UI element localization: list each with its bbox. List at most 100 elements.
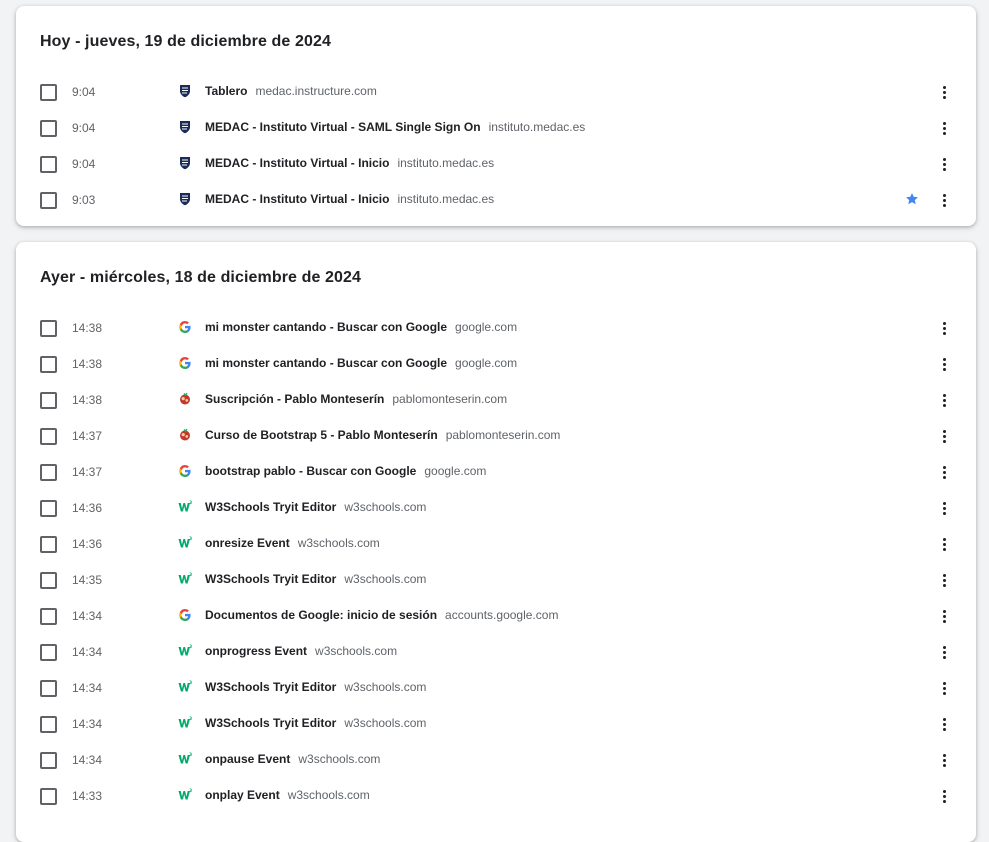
visit-time: 14:34 xyxy=(72,609,103,623)
select-checkbox[interactable] xyxy=(40,572,57,589)
select-checkbox[interactable] xyxy=(40,84,57,101)
page-title-link[interactable]: mi monster cantando - Buscar con Google xyxy=(205,356,447,370)
page-domain: instituto.medac.es xyxy=(397,192,495,206)
select-checkbox[interactable] xyxy=(40,752,57,769)
select-checkbox[interactable] xyxy=(40,680,57,697)
more-actions-button[interactable] xyxy=(934,354,954,374)
more-actions-button[interactable] xyxy=(934,462,954,482)
history-entry: W3Schools Tryit Editor w3schools.com xyxy=(205,572,426,586)
visit-time: 14:34 xyxy=(72,681,103,695)
history-entry: bootstrap pablo - Buscar con Google googl… xyxy=(205,464,486,478)
more-actions-button[interactable] xyxy=(934,154,954,174)
page-title-link[interactable]: Documentos de Google: inicio de sesión xyxy=(205,608,437,622)
select-checkbox[interactable] xyxy=(40,788,57,805)
select-checkbox[interactable] xyxy=(40,644,57,661)
page-title-link[interactable]: bootstrap pablo - Buscar con Google xyxy=(205,464,416,478)
history-row[interactable]: 14:33 3 onplay Event w3schools.com xyxy=(16,778,976,814)
history-row[interactable]: 9:03 MEDAC - Instituto Virtual - Inicio in… xyxy=(16,182,976,218)
more-actions-button[interactable] xyxy=(934,190,954,210)
more-actions-button[interactable] xyxy=(934,642,954,662)
more-actions-button[interactable] xyxy=(934,498,954,518)
select-checkbox[interactable] xyxy=(40,464,57,481)
page-domain: accounts.google.com xyxy=(445,608,559,622)
w3schools-icon: 3 xyxy=(178,644,192,658)
page-domain: google.com xyxy=(424,464,487,478)
more-actions-button[interactable] xyxy=(934,82,954,102)
history-row[interactable]: 14:36 3 onresize Event w3schools.com xyxy=(16,526,976,562)
history-row[interactable]: 14:38 mi monster cantando - Buscar con Go… xyxy=(16,310,976,346)
more-actions-button[interactable] xyxy=(934,714,954,734)
page-title-link[interactable]: mi monster cantando - Buscar con Google xyxy=(205,320,447,334)
select-checkbox[interactable] xyxy=(40,392,57,409)
select-checkbox[interactable] xyxy=(40,716,57,733)
history-row[interactable]: 14:37 bootstrap pablo - Buscar con Google… xyxy=(16,454,976,490)
medac-shield-icon xyxy=(178,156,192,170)
more-actions-button[interactable] xyxy=(934,750,954,770)
page-title-link[interactable]: onresize Event xyxy=(205,536,290,550)
page-title-link[interactable]: MEDAC - Instituto Virtual - Inicio xyxy=(205,156,389,170)
select-checkbox[interactable] xyxy=(40,192,57,209)
select-checkbox[interactable] xyxy=(40,608,57,625)
history-entry: MEDAC - Instituto Virtual - Inicio instit… xyxy=(205,156,494,170)
history-row[interactable]: 14:37 Curso de Bootstrap 5 - Pablo Montes… xyxy=(16,418,976,454)
more-actions-button[interactable] xyxy=(934,606,954,626)
page-domain: w3schools.com xyxy=(344,572,427,586)
more-actions-button[interactable] xyxy=(934,390,954,410)
page-title-link[interactable]: W3Schools Tryit Editor xyxy=(205,716,336,730)
svg-text:3: 3 xyxy=(189,644,192,649)
more-actions-button[interactable] xyxy=(934,318,954,338)
more-actions-button[interactable] xyxy=(934,118,954,138)
page-title-link[interactable]: onplay Event xyxy=(205,788,280,802)
page-title-link[interactable]: MEDAC - Instituto Virtual - Inicio xyxy=(205,192,389,206)
page-title-link[interactable]: onprogress Event xyxy=(205,644,307,658)
visit-time: 14:36 xyxy=(72,501,103,515)
history-row[interactable]: 14:34 3 W3Schools Tryit Editor w3schools.co… xyxy=(16,706,976,742)
history-row[interactable]: 14:34 3 onpause Event w3schools.com xyxy=(16,742,976,778)
history-row[interactable]: 9:04 MEDAC - Instituto Virtual - SAML Sin… xyxy=(16,110,976,146)
w3schools-icon: 3 xyxy=(178,680,192,694)
history-entry: W3Schools Tryit Editor w3schools.com xyxy=(205,500,426,514)
page-title-link[interactable]: MEDAC - Instituto Virtual - SAML Single … xyxy=(205,120,481,134)
select-checkbox[interactable] xyxy=(40,500,57,517)
page-title-link[interactable]: Curso de Bootstrap 5 - Pablo Monteserín xyxy=(205,428,438,442)
google-icon xyxy=(178,608,192,622)
page-title-link[interactable]: onpause Event xyxy=(205,752,290,766)
history-row[interactable]: 14:34 3 W3Schools Tryit Editor w3schools.co… xyxy=(16,670,976,706)
more-actions-button[interactable] xyxy=(934,678,954,698)
page-title-link[interactable]: Suscripción - Pablo Monteserín xyxy=(205,392,384,406)
more-actions-button[interactable] xyxy=(934,426,954,446)
select-checkbox[interactable] xyxy=(40,428,57,445)
svg-text:3: 3 xyxy=(189,752,192,757)
w3schools-icon: 3 xyxy=(178,752,192,766)
history-entry: Tablero medac.instructure.com xyxy=(205,84,377,98)
page-title-link[interactable]: W3Schools Tryit Editor xyxy=(205,500,336,514)
select-checkbox[interactable] xyxy=(40,536,57,553)
more-actions-button[interactable] xyxy=(934,570,954,590)
select-checkbox[interactable] xyxy=(40,156,57,173)
svg-text:3: 3 xyxy=(189,716,192,721)
page-title-link[interactable]: W3Schools Tryit Editor xyxy=(205,572,336,586)
select-checkbox[interactable] xyxy=(40,120,57,137)
history-entry: mi monster cantando - Buscar con Google g… xyxy=(205,356,517,370)
visit-time: 14:38 xyxy=(72,393,103,407)
history-row[interactable]: 14:38 mi monster cantando - Buscar con Go… xyxy=(16,346,976,382)
page-title-link[interactable]: W3Schools Tryit Editor xyxy=(205,680,336,694)
more-actions-button[interactable] xyxy=(934,534,954,554)
select-checkbox[interactable] xyxy=(40,356,57,373)
history-row[interactable]: 9:04 MEDAC - Instituto Virtual - Inicio in… xyxy=(16,146,976,182)
bookmark-star-icon xyxy=(905,192,919,206)
history-row[interactable]: 14:34 3 onprogress Event w3schools.com xyxy=(16,634,976,670)
page-domain: w3schools.com xyxy=(298,752,381,766)
history-row[interactable]: 14:34 Documentos de Google: inicio de ses… xyxy=(16,598,976,634)
page-title-link[interactable]: Tablero xyxy=(205,84,247,98)
svg-text:3: 3 xyxy=(189,680,192,685)
history-row[interactable]: 14:38 Suscripción - Pablo Monteserín pablo… xyxy=(16,382,976,418)
history-row[interactable]: 14:36 3 W3Schools Tryit Editor w3schools.co… xyxy=(16,490,976,526)
history-entry: W3Schools Tryit Editor w3schools.com xyxy=(205,716,426,730)
history-row[interactable]: 9:04 Tablero medac.instructure.com xyxy=(16,74,976,110)
more-actions-button[interactable] xyxy=(934,786,954,806)
select-checkbox[interactable] xyxy=(40,320,57,337)
medac-shield-icon xyxy=(178,120,192,134)
history-entry: onresize Event w3schools.com xyxy=(205,536,380,550)
history-row[interactable]: 14:35 3 W3Schools Tryit Editor w3schools.co… xyxy=(16,562,976,598)
